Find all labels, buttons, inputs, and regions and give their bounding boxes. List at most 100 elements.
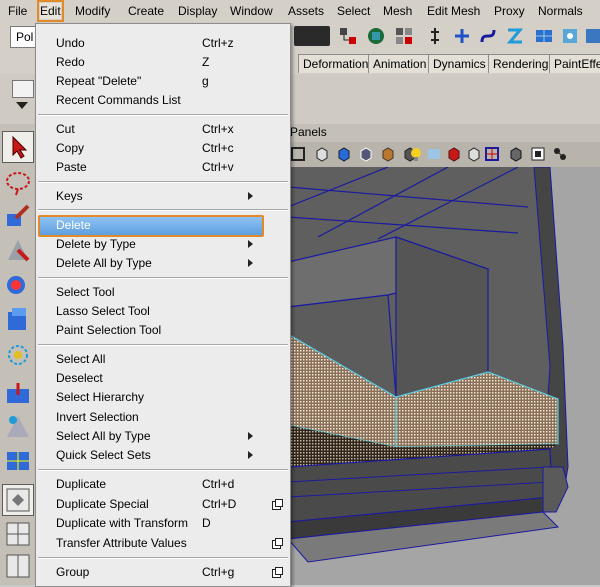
shortcut-repeat: g <box>202 74 209 88</box>
snap-options-icon[interactable] <box>425 26 445 46</box>
layout-single-pane-icon[interactable] <box>4 486 32 514</box>
menu-separator <box>38 469 288 471</box>
menu-item-paste[interactable]: Paste <box>56 159 87 175</box>
menu-separator <box>38 114 288 116</box>
menu-item-invert-selection[interactable]: Invert Selection <box>56 409 139 425</box>
menu-edit-mesh[interactable]: Edit Mesh <box>427 3 480 19</box>
menu-item-redo[interactable]: Redo <box>56 54 85 70</box>
tool-box <box>0 124 37 585</box>
isolate-select-icon[interactable] <box>466 146 482 162</box>
soft-modification-icon[interactable] <box>4 379 32 407</box>
menu-normals[interactable]: Normals <box>538 3 583 19</box>
menu-item-select-all[interactable]: Select All <box>56 351 105 367</box>
shortcut-cut: Ctrl+x <box>202 122 234 136</box>
menu-item-select-tool[interactable]: Select Tool <box>56 284 114 300</box>
xray-icon[interactable] <box>446 146 462 162</box>
light-bulb-icon[interactable] <box>408 146 424 162</box>
menu-item-lasso-select-tool[interactable]: Lasso Select Tool <box>56 303 150 319</box>
option-box-icon[interactable] <box>272 499 283 510</box>
rotate-tool-icon[interactable] <box>4 271 32 299</box>
main-menubar: File Edit Modify Create Display Window A… <box>0 0 600 23</box>
grid-toggle-icon[interactable] <box>484 146 500 162</box>
layout-four-pane-icon[interactable] <box>4 520 32 548</box>
menu-proxy[interactable]: Proxy <box>494 3 525 19</box>
menu-mesh[interactable]: Mesh <box>383 3 412 19</box>
menu-item-delete[interactable]: Delete <box>56 217 91 233</box>
universal-manipulator-icon[interactable] <box>4 341 32 369</box>
hud-toggle-icon[interactable] <box>552 146 568 162</box>
menu-item-paint-selection-tool[interactable]: Paint Selection Tool <box>56 322 161 338</box>
menu-item-group[interactable]: Group <box>56 564 89 580</box>
make-live-icon[interactable] <box>560 26 580 46</box>
tab-dynamics[interactable]: Dynamics <box>428 54 491 73</box>
camera-select-icon[interactable] <box>290 146 306 162</box>
paint-select-tool-icon[interactable] <box>4 202 32 230</box>
tab-animation[interactable]: Animation <box>368 54 432 73</box>
textured-icon[interactable] <box>380 146 396 162</box>
menu-select[interactable]: Select <box>337 3 370 19</box>
shortcut-paste: Ctrl+v <box>202 160 234 174</box>
snap-to-point-icon[interactable] <box>505 26 525 46</box>
snap-to-grid-plus-icon[interactable] <box>452 26 472 46</box>
menu-item-cut[interactable]: Cut <box>56 121 75 137</box>
lasso-tool-icon[interactable] <box>4 169 32 197</box>
menu-item-delete-by-type[interactable]: Delete by Type <box>56 236 136 252</box>
shadows-icon[interactable] <box>426 146 442 162</box>
option-box-icon[interactable] <box>272 567 283 578</box>
menu-item-transfer-attribute-values[interactable]: Transfer Attribute Values <box>56 535 187 551</box>
submenu-arrow-icon <box>248 192 253 200</box>
menu-item-duplicate-special[interactable]: Duplicate Special <box>56 496 149 512</box>
mesh-render <box>288 167 569 563</box>
menu-item-duplicate-with-transform[interactable]: Duplicate with Transform <box>56 515 188 531</box>
select-by-component-icon[interactable] <box>394 26 414 46</box>
layout-side-by-side-icon[interactable] <box>4 552 32 580</box>
menu-item-undo[interactable]: Undo <box>56 35 85 51</box>
move-tool-icon[interactable] <box>4 236 32 264</box>
timeline-widget[interactable] <box>294 26 330 46</box>
viewport-3d[interactable] <box>288 167 600 585</box>
panels-menu[interactable]: Panels <box>290 125 327 139</box>
menu-item-keys[interactable]: Keys <box>56 188 83 204</box>
mode-selector[interactable]: Pol <box>10 26 38 48</box>
menu-window[interactable]: Window <box>230 3 273 19</box>
menu-modify[interactable]: Modify <box>75 3 110 19</box>
menu-item-repeat[interactable]: Repeat "Delete" <box>56 73 141 89</box>
menu-display[interactable]: Display <box>178 3 217 19</box>
menu-item-quick-select-sets[interactable]: Quick Select Sets <box>56 447 151 463</box>
menu-separator <box>38 344 288 346</box>
menu-create[interactable]: Create <box>128 3 164 19</box>
menu-item-select-hierarchy[interactable]: Select Hierarchy <box>56 389 144 405</box>
menu-item-deselect[interactable]: Deselect <box>56 370 103 386</box>
shelf-menu-icon[interactable] <box>12 80 34 98</box>
select-by-object-icon[interactable] <box>366 26 386 46</box>
wireframe-on-shaded-icon[interactable] <box>358 146 374 162</box>
tab-painteffects[interactable]: PaintEffec <box>549 54 600 73</box>
resolution-gate-icon[interactable] <box>530 146 546 162</box>
scale-tool-icon[interactable] <box>4 306 32 334</box>
menu-item-select-all-by-type[interactable]: Select All by Type <box>56 428 151 444</box>
menu-edit[interactable]: Edit <box>37 0 64 22</box>
menu-item-duplicate[interactable]: Duplicate <box>56 476 106 492</box>
submenu-arrow-icon <box>248 259 253 267</box>
wireframe-shading-icon[interactable] <box>314 146 330 162</box>
smooth-shading-icon[interactable] <box>336 146 352 162</box>
show-manipulator-icon[interactable] <box>4 412 32 440</box>
menu-separator <box>38 557 288 559</box>
menu-file[interactable]: File <box>8 3 27 19</box>
snap-to-curve-icon[interactable] <box>478 26 498 46</box>
snap-to-view-plane-icon[interactable] <box>534 26 554 46</box>
menu-item-copy[interactable]: Copy <box>56 140 84 156</box>
last-tool-icon[interactable] <box>4 447 32 475</box>
menu-item-recent-commands[interactable]: Recent Commands List <box>56 92 181 108</box>
option-box-icon[interactable] <box>272 538 283 549</box>
render-settings-icon[interactable] <box>584 26 600 46</box>
tab-rendering[interactable]: Rendering <box>488 54 554 73</box>
menu-assets[interactable]: Assets <box>288 3 324 19</box>
select-by-hierarchy-icon[interactable] <box>338 26 358 46</box>
submenu-arrow-icon <box>248 240 253 248</box>
shelf-dropdown-arrow-icon[interactable] <box>16 102 28 109</box>
select-tool-arrow-icon[interactable] <box>4 133 32 161</box>
tab-deformation[interactable]: Deformation <box>298 54 374 73</box>
menu-item-delete-all-by-type[interactable]: Delete All by Type <box>56 255 152 271</box>
xray-joints-icon[interactable] <box>508 146 524 162</box>
